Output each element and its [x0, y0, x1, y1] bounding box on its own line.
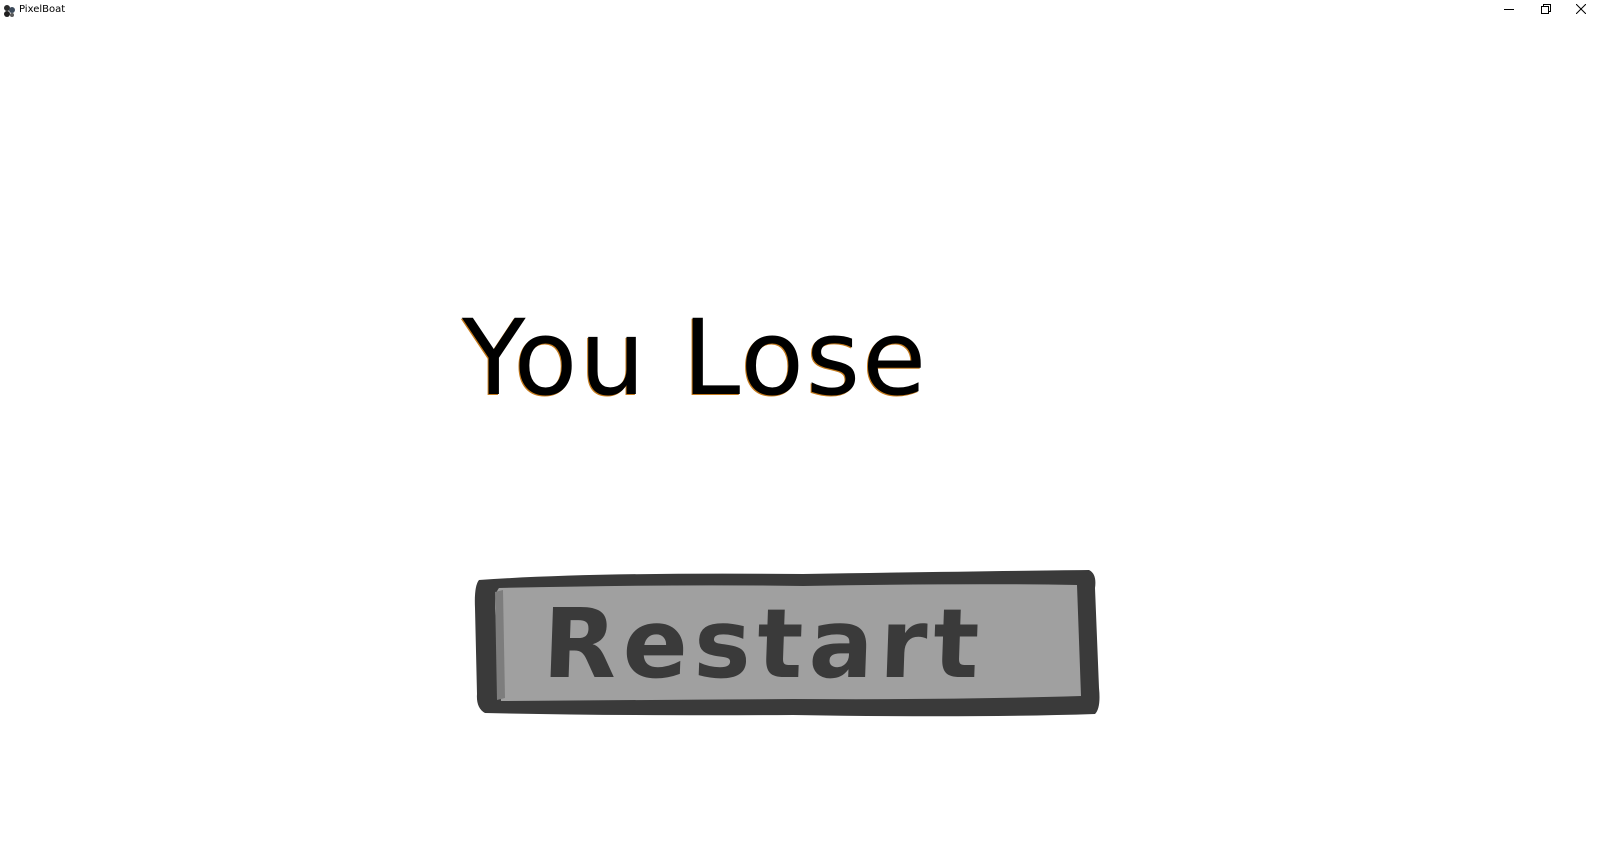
- you-lose-message: You Lose: [462, 297, 929, 419]
- game-window: PixelBoat You Lose Restart: [0, 0, 1600, 867]
- restore-icon: [1541, 4, 1551, 14]
- close-icon: [1576, 4, 1586, 14]
- app-icon: [2, 3, 16, 17]
- minimize-icon: [1504, 4, 1514, 14]
- title-bar[interactable]: PixelBoat: [0, 0, 1600, 20]
- restore-button[interactable]: [1528, 0, 1564, 18]
- minimize-button[interactable]: [1491, 0, 1527, 18]
- window-title: PixelBoat: [19, 4, 66, 15]
- restart-label: Restart: [540, 588, 987, 700]
- close-button[interactable]: [1563, 0, 1599, 18]
- restart-button[interactable]: Restart: [473, 568, 1125, 720]
- game-canvas: You Lose Restart: [0, 20, 1600, 867]
